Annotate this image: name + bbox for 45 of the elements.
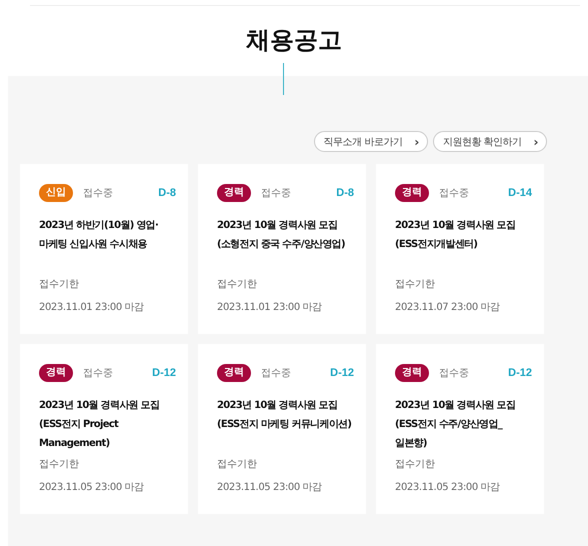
deadline-label: 접수기한: [39, 278, 80, 291]
deadline-date: 2023.11.01 23:00 마감: [39, 301, 145, 314]
dday-label: D-8: [336, 187, 354, 199]
status-label: 접수중: [83, 367, 113, 380]
dday-label: D-8: [158, 187, 176, 199]
job-title: 2023년 10월 경력사원 모집 (ESS전지개발센터): [395, 219, 516, 252]
career-badge: 경력: [39, 364, 73, 382]
job-title: 2023년 10월 경력사원 모집 (ESS전지 마케팅 커뮤니케이션): [217, 399, 352, 432]
dday-label: D-12: [330, 367, 354, 379]
deadline-date: 2023.11.05 23:00 마감: [39, 481, 145, 494]
job-title: 2023년 10월 경력사원 모집 (ESS전지 Project Management): [39, 399, 160, 451]
job-title: 2023년 10월 경력사원 모집 (ESS전지 수주/양산영업_일본향): [395, 399, 516, 451]
status-label: 접수중: [439, 367, 469, 380]
job-card[interactable]: 경력 접수중 D-14 2023년 10월 경력사원 모집 (ESS전지개발센터) 접수기한 2023.11.07 23:00 마감: [376, 164, 544, 334]
deadline-date: 2023.11.05 23:00 마감: [217, 481, 323, 494]
job-card[interactable]: 경력 접수중 D-12 2023년 10월 경력사원 모집 (ESS전지 Project Management) 접수기한 2023.11.05 23:00 마감: [20, 344, 188, 514]
career-badge: 경력: [395, 364, 429, 382]
deadline-label: 접수기한: [217, 458, 258, 471]
page-title: 채용공고: [245, 25, 343, 56]
career-badge: 경력: [217, 184, 251, 202]
deadline-date: 2023.11.05 23:00 마감: [395, 481, 501, 494]
dday-label: D-12: [508, 367, 532, 379]
job-card[interactable]: 경력 접수중 D-8 2023년 10월 경력사원 모집 (소형전지 중국 수주/양산영업) 접수기한 2023.11.01 23:00 마감: [198, 164, 366, 334]
deadline-date: 2023.11.01 23:00 마감: [217, 301, 323, 314]
deadline-date: 2023.11.07 23:00 마감: [395, 301, 501, 314]
dday-label: D-14: [508, 187, 532, 199]
deadline-label: 접수기한: [395, 458, 436, 471]
deadline-label: 접수기한: [395, 278, 436, 291]
career-badge: 경력: [395, 184, 429, 202]
career-badge: 경력: [217, 364, 251, 382]
deadline-label: 접수기한: [217, 278, 258, 291]
deadline-label: 접수기한: [39, 458, 80, 471]
job-title: 2023년 하반기(10월) 영업·마케팅 신입사원 수시채용: [39, 219, 160, 252]
link-button[interactable]: 지원현황 확인하기 ›: [432, 131, 547, 152]
job-card[interactable]: 신입 접수중 D-8 2023년 하반기(10월) 영업·마케팅 신입사원 수시채용 접수기한 2023.11.01 23:00 마감: [20, 164, 188, 334]
status-label: 접수중: [261, 367, 291, 380]
status-label: 접수중: [261, 187, 291, 200]
career-badge: 신입: [39, 184, 73, 202]
job-title: 2023년 10월 경력사원 모집 (소형전지 중국 수주/양산영업): [217, 219, 346, 252]
status-label: 접수중: [83, 187, 113, 200]
job-card[interactable]: 경력 접수중 D-12 2023년 10월 경력사원 모집 (ESS전지 수주/양산영업_일본향) 접수기한 2023.11.05 23:00 마감: [376, 344, 544, 514]
link-button[interactable]: 직무소개 바로가기 ›: [314, 131, 428, 152]
dday-label: D-12: [152, 367, 176, 379]
status-label: 접수중: [439, 187, 469, 200]
job-card[interactable]: 경력 접수중 D-12 2023년 10월 경력사원 모집 (ESS전지 마케팅 커뮤니케이션) 접수기한 2023.11.05 23:00 마감: [198, 344, 366, 514]
